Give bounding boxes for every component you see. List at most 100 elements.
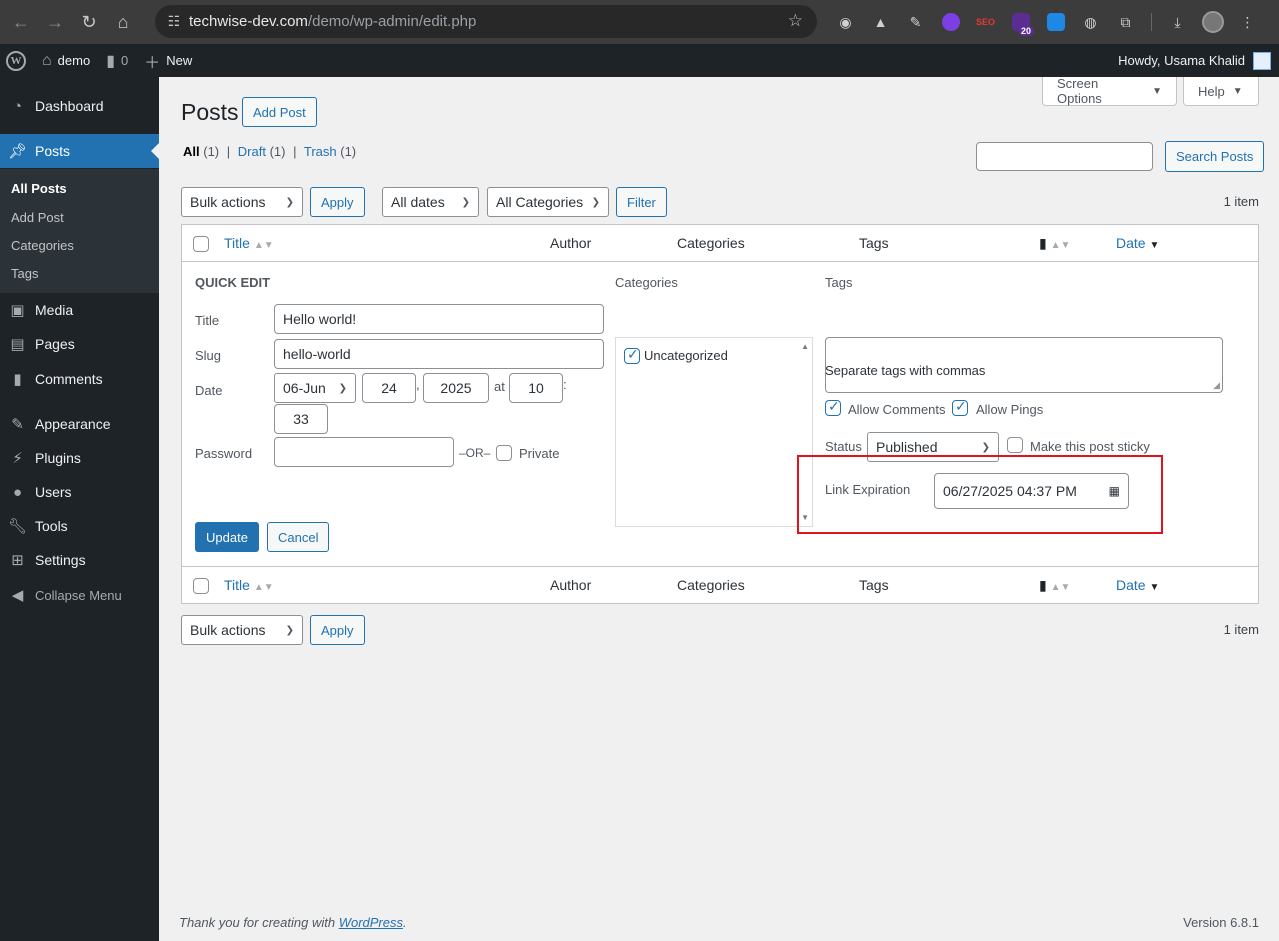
new-content-link[interactable]: ＋ New (136, 44, 200, 77)
allow-comments-checkbox[interactable] (825, 398, 841, 416)
add-post-button[interactable]: Add Post (242, 97, 317, 127)
browser-menu-icon[interactable]: ⋮ (1232, 7, 1263, 37)
puzzle-extensions-icon[interactable]: ⧉ (1110, 7, 1141, 37)
private-label: Private (519, 446, 560, 461)
hat-extension-icon[interactable]: ▲ (865, 7, 896, 37)
bookmark-star-icon[interactable]: ☆ (788, 11, 803, 31)
admin-sidebar: ◔ Dashboard 📌︎ Posts All Posts Add Post Ca… (0, 77, 159, 941)
seo-extension-icon[interactable]: SEO (970, 7, 1001, 37)
camera-extension-icon[interactable]: ◉ (830, 7, 861, 37)
private-checkbox[interactable] (496, 445, 512, 461)
column-comments-sort-footer[interactable]: ▮ ▲▼ (1039, 577, 1070, 594)
column-tags: Tags (859, 235, 889, 251)
globe-extension-icon[interactable]: ◍ (1075, 7, 1106, 37)
menu-settings[interactable]: ⊞ Settings (0, 543, 159, 577)
wp-logo-button[interactable]: W (0, 44, 34, 77)
apply-button-bottom[interactable]: Apply (310, 615, 365, 645)
help-button[interactable]: Help ▼ (1183, 77, 1259, 106)
filter-trash[interactable]: Trash (304, 144, 337, 159)
column-title-sort[interactable]: Title ▲▼ (224, 235, 274, 251)
profile-avatar[interactable] (1197, 7, 1228, 37)
home-icon[interactable]: ⌂ (106, 5, 140, 39)
menu-comments[interactable]: ▮ Comments (0, 362, 159, 396)
allow-pings-checkbox[interactable] (952, 398, 968, 416)
column-date-sort-footer[interactable]: Date ▼ (1116, 577, 1159, 593)
filter-button[interactable]: Filter (616, 187, 667, 217)
site-info-icon[interactable]: ☷ (159, 13, 189, 30)
select-all-checkbox-footer[interactable] (193, 578, 209, 594)
resize-handle-icon[interactable]: ◢ (1213, 380, 1220, 391)
year-input[interactable]: 2025 (423, 373, 489, 403)
menu-users[interactable]: ● Users (0, 475, 159, 509)
slug-label: Slug (195, 348, 222, 363)
user-avatar[interactable] (1253, 51, 1271, 70)
comment-bubble-icon: ▮ (1039, 577, 1047, 593)
filter-draft[interactable]: Draft (238, 144, 266, 159)
url-text[interactable]: techwise-dev.com/demo/wp-admin/edit.php (189, 13, 476, 30)
filter-separator: | (226, 144, 231, 159)
date-label: Date (195, 383, 223, 398)
search-posts-input[interactable] (976, 142, 1153, 171)
bulk-actions-select-top[interactable]: Bulk actions ❯ (181, 187, 303, 217)
menu-posts[interactable]: 📌︎ Posts (0, 134, 159, 168)
address-bar[interactable]: ☷ techwise-dev.com/demo/wp-admin/edit.ph… (155, 5, 817, 38)
user-icon: ● (12, 483, 23, 501)
posts-table: Title ▲▼ Author Categories Tags ▮ ▲▼ Dat… (181, 224, 1259, 604)
menu-appearance[interactable]: ✎ Appearance (0, 407, 159, 441)
eyedropper-extension-icon[interactable]: ✎ (900, 7, 931, 37)
minute-input[interactable]: 33 (274, 404, 328, 434)
font-extension-icon[interactable] (1040, 7, 1071, 37)
submenu-tags[interactable]: Tags (11, 266, 38, 281)
items-count-bottom: 1 item (1223, 622, 1259, 637)
column-date-sort[interactable]: Date ▼ (1116, 235, 1159, 251)
menu-tools[interactable]: 🔧︎ Tools (0, 509, 159, 543)
title-input[interactable]: Hello world! (274, 304, 604, 334)
back-icon[interactable]: ← (4, 5, 38, 39)
wordpress-link[interactable]: WordPress (339, 915, 403, 930)
menu-plugins[interactable]: ⚡︎ Plugins (0, 441, 159, 475)
time-colon: : (563, 377, 567, 392)
menu-media[interactable]: ▣ Media (0, 293, 159, 327)
comments-link[interactable]: ▮ 0 (98, 44, 136, 77)
apply-button-top[interactable]: Apply (310, 187, 365, 217)
hour-input[interactable]: 10 (509, 373, 563, 403)
howdy-greeting[interactable]: Howdy, Usama Khalid (1118, 53, 1245, 68)
filter-separator: | (293, 144, 297, 159)
submenu-all-posts[interactable]: All Posts (11, 181, 67, 196)
screen-options-button[interactable]: Screen Options ▼ (1042, 76, 1177, 106)
day-input[interactable]: 24 (362, 373, 416, 403)
cancel-button[interactable]: Cancel (267, 522, 330, 552)
month-select[interactable]: 06-Jun ❯ (274, 373, 356, 403)
forward-icon[interactable]: → (38, 5, 72, 39)
filter-all[interactable]: All (183, 144, 200, 159)
select-all-checkbox[interactable] (193, 236, 209, 252)
slug-input[interactable]: hello-world (274, 339, 604, 369)
search-posts-button[interactable]: Search Posts (1165, 141, 1265, 172)
categories-select[interactable]: All Categories ❯ (487, 187, 609, 217)
column-tags-footer: Tags (859, 577, 889, 593)
categories-checklist[interactable]: Uncategorized ▲ ▼ (615, 337, 813, 527)
menu-dashboard[interactable]: ◔ Dashboard (0, 89, 159, 123)
scroll-up-arrow[interactable]: ▲ (801, 342, 809, 351)
download-icon[interactable]: ⤓ (1162, 7, 1193, 37)
uncategorized-checkbox[interactable] (624, 346, 640, 364)
house-extension-icon[interactable]: 20 (1005, 7, 1036, 37)
comment-bubble-icon: ▮ (1039, 235, 1047, 251)
column-author-footer: Author (550, 577, 592, 593)
column-categories: Categories (677, 235, 745, 251)
submenu-categories[interactable]: Categories (11, 238, 74, 253)
bulk-actions-select-bottom[interactable]: Bulk actions ❯ (181, 615, 303, 645)
password-input[interactable] (274, 437, 454, 467)
sticky-checkbox[interactable] (1007, 437, 1023, 453)
reload-icon[interactable]: ↻ (72, 5, 106, 39)
dates-select[interactable]: All dates ❯ (382, 187, 479, 217)
sort-icon: ▲▼ (1050, 582, 1071, 593)
gear-extension-icon[interactable] (935, 7, 966, 37)
update-button[interactable]: Update (195, 522, 259, 552)
menu-collapse[interactable]: ◀ Collapse Menu (0, 578, 159, 612)
column-title-sort-footer[interactable]: Title ▲▼ (224, 577, 274, 593)
site-name-link[interactable]: ⌂ demo (34, 44, 98, 77)
menu-pages[interactable]: ▤ Pages (0, 327, 159, 361)
column-comments-sort[interactable]: ▮ ▲▼ (1039, 235, 1070, 252)
submenu-add-post[interactable]: Add Post (11, 210, 64, 225)
